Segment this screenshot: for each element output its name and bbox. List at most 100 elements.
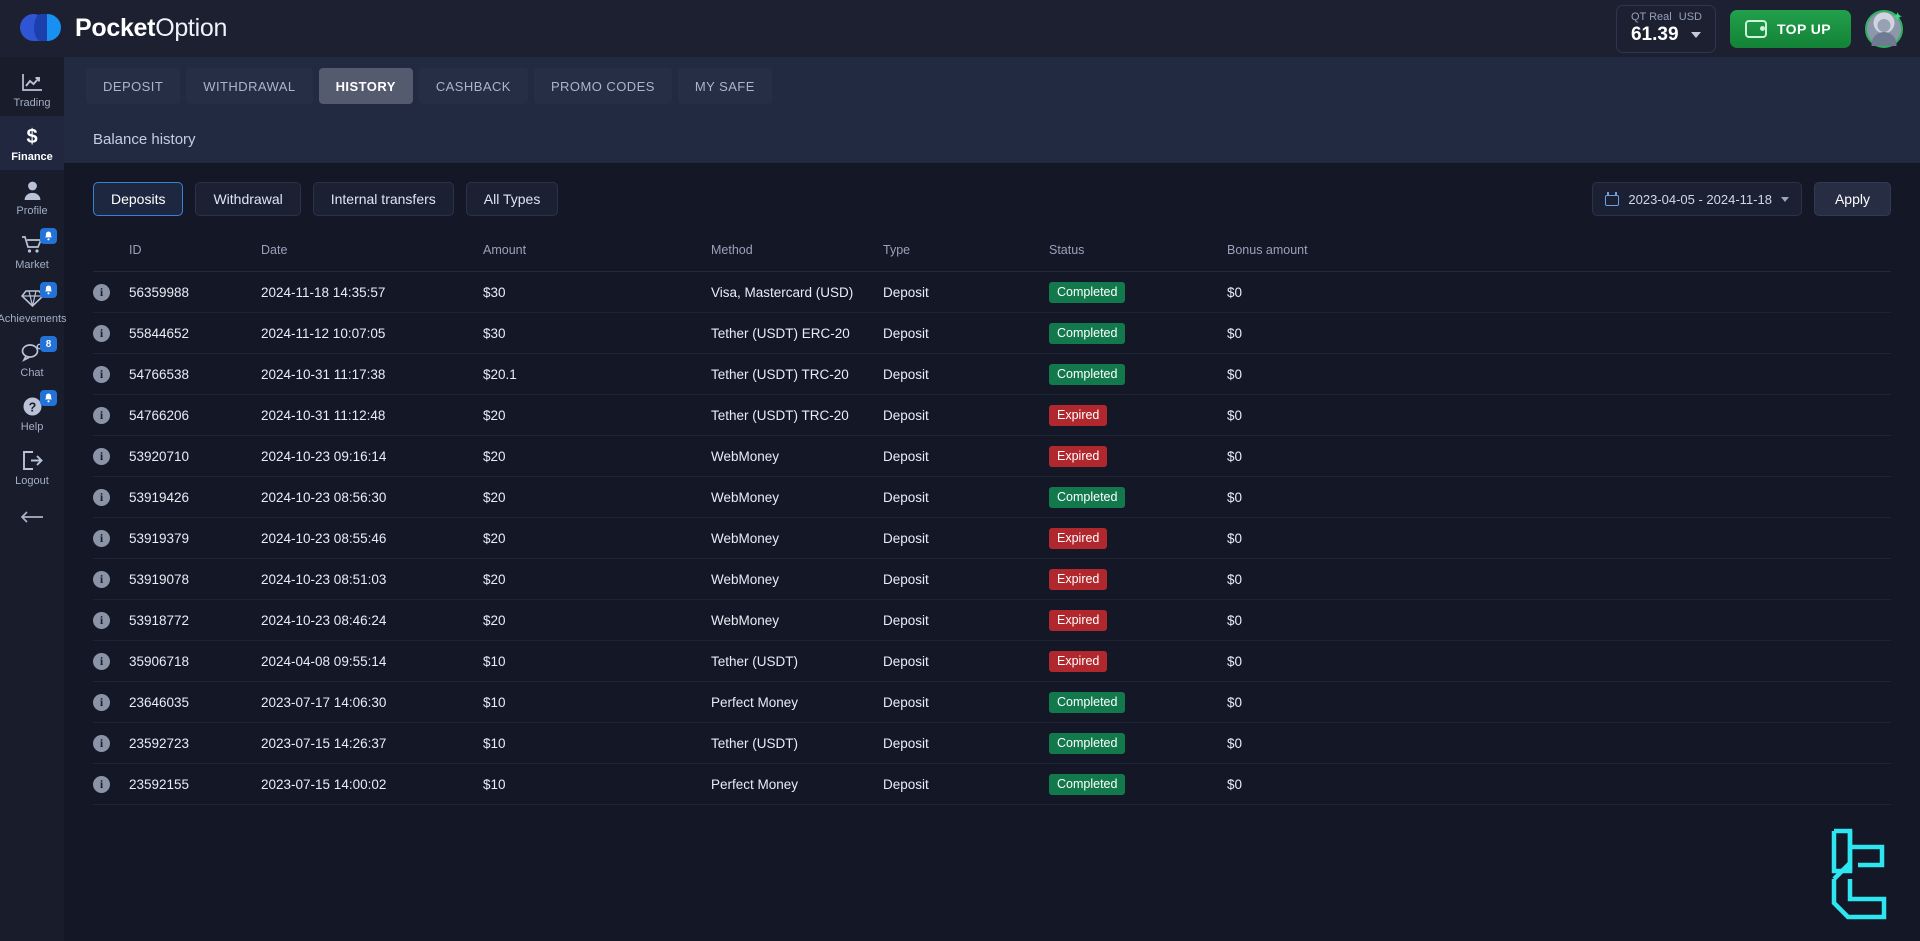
sidebar-item-chat[interactable]: 8 Chat bbox=[0, 332, 64, 386]
cell-type: Deposit bbox=[883, 435, 1049, 477]
cell-method: Tether (USDT) TRC-20 bbox=[711, 394, 883, 436]
cell-id: 53919426 bbox=[129, 476, 261, 518]
cell-bonus-amount: $0 bbox=[1227, 599, 1891, 641]
filter-all-types-button[interactable]: All Types bbox=[465, 182, 559, 216]
table-row[interactable]: i 56359988 2024-11-18 14:35:57 $30 Visa, Mas… bbox=[93, 271, 1891, 313]
info-icon[interactable]: i bbox=[93, 529, 110, 547]
table-row[interactable]: i 53918772 2024-10-23 08:46:24 $20 WebMoney D… bbox=[93, 599, 1891, 641]
cell-method: Perfect Money bbox=[711, 763, 883, 805]
date-range-picker[interactable]: 2023-04-05 - 2024-11-18 bbox=[1592, 182, 1802, 216]
cell-type: Deposit bbox=[883, 722, 1049, 764]
sidebar-item-help[interactable]: ? Help bbox=[0, 386, 64, 440]
sidebar-collapse-button[interactable] bbox=[0, 503, 64, 531]
table-row[interactable]: i 23592155 2023-07-15 14:00:02 $10 Perfect M… bbox=[93, 763, 1891, 805]
row-info-cell: i bbox=[93, 312, 129, 354]
currency-label: USD bbox=[1678, 10, 1702, 23]
cell-bonus-amount: $0 bbox=[1227, 763, 1891, 805]
table-row[interactable]: i 54766206 2024-10-31 11:12:48 $20 Tether (U… bbox=[93, 394, 1891, 436]
cell-amount: $20.1 bbox=[483, 353, 711, 395]
filter-internal-transfers-button[interactable]: Internal transfers bbox=[312, 182, 454, 216]
cell-date: 2024-10-23 08:55:46 bbox=[261, 517, 483, 559]
status-badge: Completed bbox=[1049, 732, 1126, 754]
column-header-id[interactable]: ID bbox=[129, 235, 261, 272]
sidebar-item-market[interactable]: Market bbox=[0, 224, 64, 278]
row-info-cell: i bbox=[93, 640, 129, 682]
tab-deposit[interactable]: DEPOSIT bbox=[86, 68, 181, 104]
cell-date: 2024-10-23 08:56:30 bbox=[261, 476, 483, 518]
balance-label: QT Real USD bbox=[1631, 10, 1702, 24]
user-avatar-icon[interactable]: ✦ bbox=[1865, 9, 1903, 48]
sidebar-item-logout[interactable]: Logout bbox=[0, 440, 64, 494]
cell-method: WebMoney bbox=[711, 435, 883, 477]
table-row[interactable]: i 55844652 2024-11-12 10:07:05 $30 Tether (U… bbox=[93, 312, 1891, 354]
chevron-down-icon[interactable] bbox=[1690, 31, 1701, 38]
table-row[interactable]: i 23592723 2023-07-15 14:26:37 $10 Tether (U… bbox=[93, 722, 1891, 764]
column-header-status[interactable]: Status bbox=[1049, 235, 1227, 272]
cell-type: Deposit bbox=[883, 558, 1049, 600]
apply-button[interactable]: Apply bbox=[1813, 182, 1891, 216]
date-range-value: 2023-04-05 - 2024-11-18 bbox=[1628, 191, 1772, 207]
info-icon[interactable]: i bbox=[93, 447, 110, 465]
cell-amount: $20 bbox=[483, 558, 711, 600]
notification-bell-badge bbox=[40, 282, 57, 298]
status-badge: Completed bbox=[1049, 691, 1126, 713]
sidebar-item-achievements[interactable]: Achievements bbox=[0, 278, 67, 332]
row-info-cell: i bbox=[93, 517, 129, 559]
column-header-type[interactable]: Type bbox=[883, 235, 1049, 272]
top-up-button[interactable]: TOP UP bbox=[1729, 9, 1851, 48]
info-icon[interactable]: i bbox=[93, 693, 110, 711]
column-header-method[interactable]: Method bbox=[711, 235, 883, 272]
tab-cashback[interactable]: CASHBACK bbox=[418, 68, 528, 104]
column-header-amount[interactable]: Amount bbox=[483, 235, 711, 272]
column-header-date[interactable]: Date bbox=[261, 235, 483, 272]
dollar-icon: $ bbox=[24, 125, 40, 147]
row-info-cell: i bbox=[93, 722, 129, 764]
cell-date: 2024-10-23 08:51:03 bbox=[261, 558, 483, 600]
tab-history[interactable]: HISTORY bbox=[318, 68, 413, 104]
table-row[interactable]: i 53919078 2024-10-23 08:51:03 $20 WebMoney D… bbox=[93, 558, 1891, 600]
info-icon[interactable]: i bbox=[93, 365, 110, 383]
cell-amount: $20 bbox=[483, 599, 711, 641]
info-icon[interactable]: i bbox=[93, 283, 110, 301]
cell-amount: $10 bbox=[483, 763, 711, 805]
info-icon[interactable]: i bbox=[93, 775, 110, 793]
cell-date: 2024-10-23 08:46:24 bbox=[261, 599, 483, 641]
brand-name-bold: Pocket bbox=[75, 14, 156, 42]
cell-bonus-amount: $0 bbox=[1227, 435, 1891, 477]
brand-logo[interactable]: PocketOption bbox=[0, 13, 227, 44]
table-row[interactable]: i 53919379 2024-10-23 08:55:46 $20 WebMoney D… bbox=[93, 517, 1891, 559]
sidebar-item-trading[interactable]: Trading bbox=[0, 62, 64, 116]
cell-date: 2023-07-15 14:26:37 bbox=[261, 722, 483, 764]
tab-withdrawal[interactable]: WITHDRAWAL bbox=[186, 68, 313, 104]
sidebar-item-profile[interactable]: Profile bbox=[0, 170, 64, 224]
filter-deposits-button[interactable]: Deposits bbox=[93, 182, 184, 216]
finance-tabbar: DEPOSIT WITHDRAWAL HISTORY CASHBACK PROM… bbox=[64, 57, 1920, 115]
table-row[interactable]: i 53920710 2024-10-23 09:16:14 $20 WebMoney D… bbox=[93, 435, 1891, 477]
tab-my-safe[interactable]: MY SAFE bbox=[677, 68, 772, 104]
balance-selector[interactable]: QT Real USD 61.39 bbox=[1615, 4, 1716, 53]
brand-name: PocketOption bbox=[75, 14, 227, 43]
info-icon[interactable]: i bbox=[93, 570, 110, 588]
cell-status: Expired bbox=[1049, 599, 1227, 641]
table-row[interactable]: i 54766538 2024-10-31 11:17:38 $20.1 Tether … bbox=[93, 353, 1891, 395]
info-icon[interactable]: i bbox=[93, 611, 110, 629]
tab-promo-codes[interactable]: PROMO CODES bbox=[533, 68, 672, 104]
column-header-bonus-amount[interactable]: Bonus amount bbox=[1227, 235, 1891, 272]
brand-name-light: Option bbox=[155, 14, 228, 42]
info-icon[interactable]: i bbox=[93, 734, 110, 752]
filter-withdrawal-button[interactable]: Withdrawal bbox=[195, 182, 301, 216]
table-row[interactable]: i 23646035 2023-07-17 14:06:30 $10 Perfect M… bbox=[93, 681, 1891, 723]
info-icon[interactable]: i bbox=[93, 324, 110, 342]
cell-status: Completed bbox=[1049, 681, 1227, 723]
info-icon[interactable]: i bbox=[93, 652, 110, 670]
info-icon[interactable]: i bbox=[93, 488, 110, 506]
cell-status: Completed bbox=[1049, 312, 1227, 354]
cell-amount: $30 bbox=[483, 271, 711, 313]
cell-method: WebMoney bbox=[711, 476, 883, 518]
info-icon[interactable]: i bbox=[93, 406, 110, 424]
cell-status: Completed bbox=[1049, 353, 1227, 395]
sidebar-item-finance[interactable]: $ Finance bbox=[0, 116, 64, 170]
top-up-label: TOP UP bbox=[1776, 20, 1831, 37]
table-row[interactable]: i 35906718 2024-04-08 09:55:14 $10 Tether (U… bbox=[93, 640, 1891, 682]
table-row[interactable]: i 53919426 2024-10-23 08:56:30 $20 WebMoney D… bbox=[93, 476, 1891, 518]
